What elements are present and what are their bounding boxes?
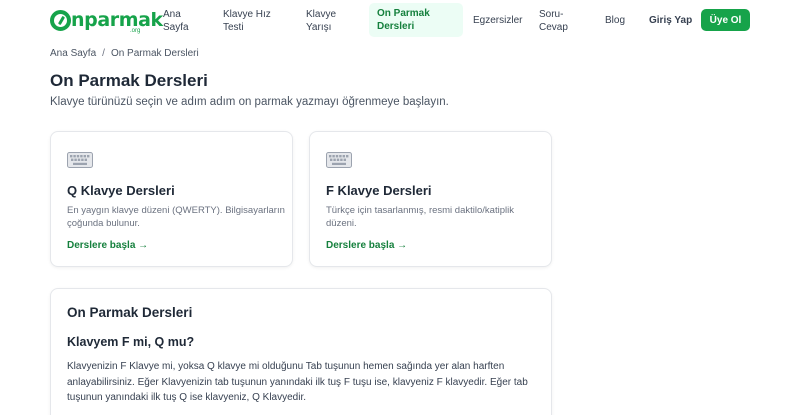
- card-title: F Klavye Dersleri: [326, 183, 432, 198]
- keyboard-icon: [67, 152, 93, 168]
- card-description: Türkçe için tasarlanmış, resmi daktilo/k…: [326, 205, 514, 229]
- nav-item-faq[interactable]: Soru- Cevap: [539, 8, 568, 34]
- nav-label: On Parmak: [377, 8, 430, 19]
- nav-label: Egzersizler: [473, 15, 523, 26]
- nav-item-blog[interactable]: Blog: [605, 14, 625, 27]
- nav-item-race[interactable]: Klavye Yarışı: [306, 8, 336, 34]
- nav-label: Dersleri: [377, 21, 415, 32]
- info-panel-text: Klavyenizin F Klavye mi, yoksa Q klavye …: [67, 361, 528, 403]
- nav-item-speed-test[interactable]: Klavye Hız Testi: [223, 8, 271, 34]
- page-title: On Parmak Dersleri: [50, 71, 208, 90]
- site-logo[interactable]: nparmak .org: [50, 9, 163, 34]
- logo-suffix: .org: [130, 28, 141, 34]
- card-title: Q Klavye Dersleri: [67, 183, 175, 198]
- nav-label: Testi: [223, 22, 244, 33]
- nav-label: Cevap: [539, 22, 568, 33]
- nav-label: Sayfa: [163, 22, 189, 33]
- nav-item-lessons[interactable]: On Parmak Dersleri: [369, 3, 463, 37]
- nav-label: Ana: [163, 9, 181, 20]
- card-f-keyboard[interactable]: F Klavye Dersleri Türkçe için tasarlanmı…: [309, 131, 552, 267]
- nav-item-exercises[interactable]: Egzersizler: [473, 14, 522, 27]
- start-lessons-link[interactable]: Derslere başla →: [67, 240, 148, 251]
- site-header: nparmak .org Ana Sayfa Klavye Hız Testi …: [0, 0, 800, 40]
- info-panel-title: On Parmak Dersleri: [67, 305, 193, 320]
- card-description: En yaygın klavye düzeni (QWERTY). Bilgis…: [67, 205, 285, 229]
- nav-label: Blog: [605, 15, 626, 26]
- breadcrumb-current: On Parmak Dersleri: [110, 48, 199, 59]
- login-link[interactable]: Giriş Yap: [649, 14, 692, 27]
- info-panel: On Parmak Dersleri Klavyem F mi, Q mu? K…: [50, 288, 552, 415]
- breadcrumb-separator: /: [102, 48, 105, 59]
- nav-item-home[interactable]: Ana Sayfa: [163, 8, 189, 34]
- signup-button[interactable]: Üye Ol: [701, 9, 750, 31]
- nav-label: Klavye: [306, 9, 337, 20]
- nav-label: Yarışı: [306, 22, 332, 33]
- card-q-keyboard[interactable]: Q Klavye Dersleri En yaygın klavye düzen…: [50, 131, 293, 267]
- keyboard-icon: [326, 152, 352, 168]
- page-subtitle: Klavye türünüzü seçin ve adım adım on pa…: [50, 96, 449, 108]
- start-lessons-link[interactable]: Derslere başla →: [326, 240, 407, 251]
- logo-mark-icon: [50, 10, 71, 31]
- breadcrumb: Ana Sayfa / On Parmak Dersleri: [50, 48, 199, 59]
- nav-label: Soru-: [539, 9, 564, 20]
- info-panel-heading: Klavyem F mi, Q mu?: [67, 335, 195, 349]
- logo-text: nparmak: [71, 9, 163, 31]
- breadcrumb-home[interactable]: Ana Sayfa: [50, 48, 96, 59]
- nav-label: Klavye Hız: [223, 9, 271, 20]
